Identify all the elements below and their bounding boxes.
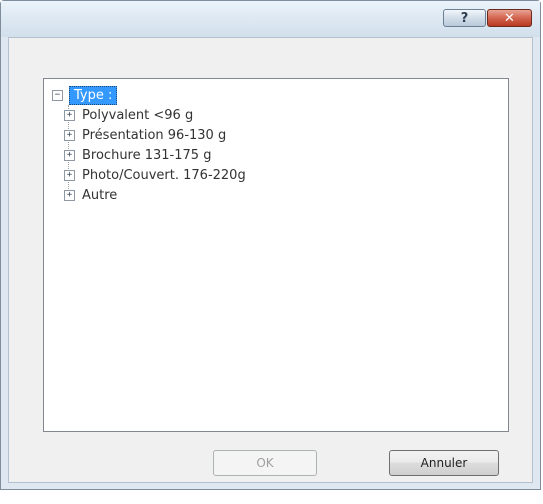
cancel-button[interactable]: Annuler (389, 450, 499, 476)
expand-icon[interactable]: + (64, 110, 75, 121)
tree-item-photo-couvert[interactable]: + Photo/Couvert. 176-220g (64, 165, 246, 185)
ok-button[interactable]: OK (213, 450, 317, 476)
expand-icon[interactable]: + (64, 170, 75, 181)
tree-item-autre[interactable]: + Autre (64, 185, 246, 205)
help-button[interactable]: ? (443, 9, 486, 27)
tree-item-brochure[interactable]: + Brochure 131-175 g (64, 145, 246, 165)
close-icon: ✕ (504, 10, 515, 26)
tree-root-row[interactable]: − Type : (52, 85, 118, 105)
expand-icon[interactable]: + (64, 150, 75, 161)
expand-icon[interactable]: + (64, 130, 75, 141)
tree-item-polyvalent[interactable]: + Polyvalent <96 g (64, 105, 246, 125)
expand-icon[interactable]: + (64, 190, 75, 201)
tree-item-label[interactable]: Polyvalent <96 g (82, 108, 193, 123)
tree-children: + Polyvalent <96 g + Présentation 96-130… (64, 105, 246, 205)
close-button[interactable]: ✕ (487, 9, 532, 27)
tree-item-label[interactable]: Brochure 131-175 g (82, 148, 211, 163)
tree-item-label[interactable]: Autre (82, 188, 117, 203)
paper-type-tree[interactable]: − Type : + Polyvalent <96 g + Présentati… (43, 78, 509, 432)
tree-item-label[interactable]: Présentation 96-130 g (82, 128, 226, 143)
dialog-client-area: − Type : + Polyvalent <96 g + Présentati… (8, 37, 533, 483)
tree-item-label[interactable]: Photo/Couvert. 176-220g (82, 168, 246, 183)
help-icon: ? (460, 10, 469, 26)
collapse-icon[interactable]: − (52, 89, 63, 101)
title-bar: ? ✕ (1, 1, 540, 37)
tree-item-presentation[interactable]: + Présentation 96-130 g (64, 125, 246, 145)
tree-root-label[interactable]: Type : (69, 85, 118, 105)
dialog-window: ? ✕ − Type : + Polyvalent <96 g + Présen… (0, 0, 541, 490)
